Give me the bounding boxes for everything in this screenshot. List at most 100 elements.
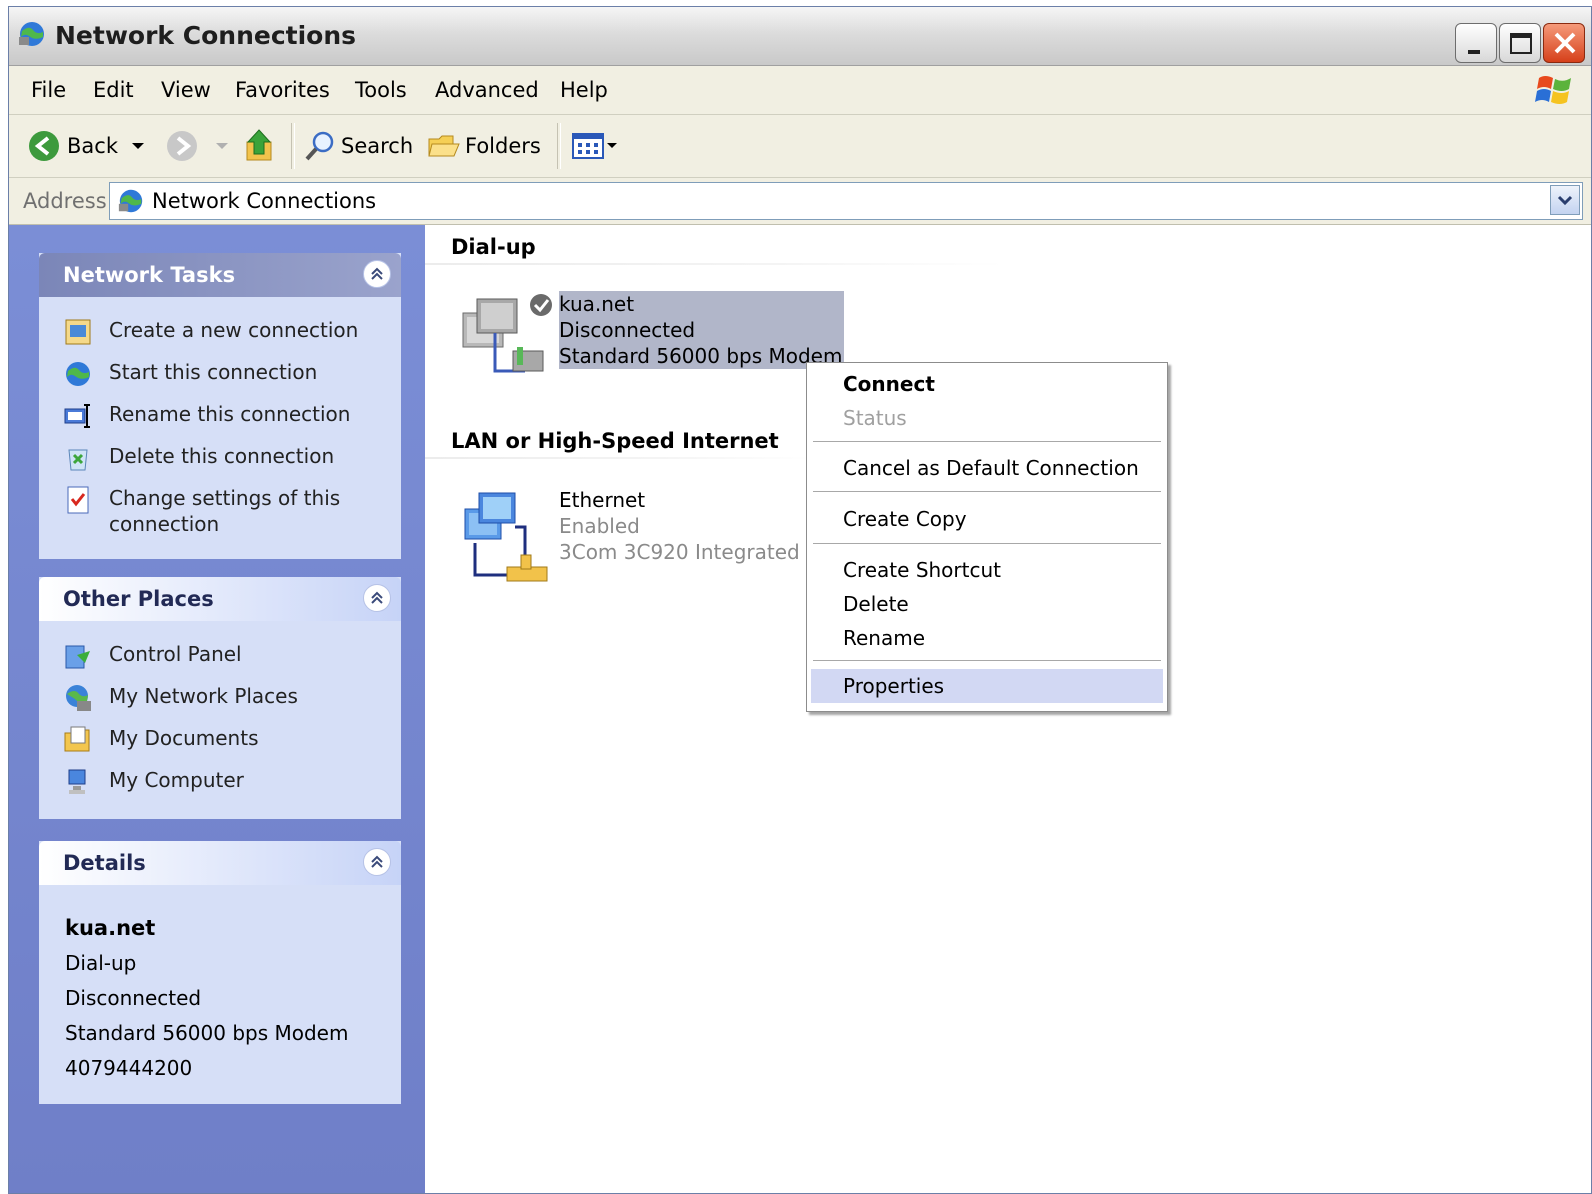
connection-status: Enabled [559,514,640,538]
menu-view[interactable]: View [161,78,211,102]
collapse-button[interactable] [363,848,391,876]
address-bar: Address Network Connections [9,178,1591,225]
rename-icon [64,404,90,428]
menu-help[interactable]: Help [560,78,608,102]
connection-device: Standard 56000 bps Modem [559,344,843,368]
folder-icon [428,135,460,157]
toolbar-separator [291,123,295,169]
back-dropdown[interactable] [131,127,145,165]
forward-button[interactable] [165,127,199,165]
toolbar: Back Search Folders [9,115,1591,178]
menu-bar: File Edit View Favorites Tools Advanced … [9,66,1591,115]
minimize-icon [1468,50,1480,54]
chevron-double-up-icon [371,591,383,604]
task-change-settings[interactable]: Change settings of this connection [39,479,401,543]
close-icon [1554,32,1576,54]
folders-button[interactable]: Folders [427,127,541,165]
menu-favorites[interactable]: Favorites [235,78,330,102]
views-button[interactable] [571,127,617,165]
details-panel: Details kua.net Dial-up Disconnected Sta… [39,841,401,1104]
other-places-header[interactable]: Other Places [39,577,401,621]
menu-advanced[interactable]: Advanced [435,78,539,102]
views-grid-icon [572,133,617,159]
menu-rename[interactable]: Rename [811,623,1163,653]
place-my-computer[interactable]: My Computer [39,761,401,803]
title-bar[interactable]: Network Connections [9,7,1591,66]
menu-separator [813,491,1161,494]
window-title: Network Connections [55,21,357,50]
task-start-connection[interactable]: Start this connection [39,353,401,395]
menu-file[interactable]: File [31,78,66,102]
task-label: Change settings of this connection [109,486,341,536]
network-globe-icon [19,22,44,46]
network-tasks-panel: Network Tasks Create a new connection St… [39,253,401,559]
other-places-panel: Other Places Control Panel My Network Pl… [39,577,401,819]
task-label: Rename this connection [109,402,351,426]
chevron-down-icon [1557,195,1573,206]
chevron-double-up-icon [371,267,383,280]
connection-kua-net[interactable]: kua.net Disconnected Standard 56000 bps … [455,291,845,391]
forward-arrow-icon [167,131,197,161]
connection-ethernet-label[interactable]: Ethernet Enabled 3Com 3C920 Integrated F [559,487,818,565]
menu-status[interactable]: Status [811,403,1163,433]
details-phone: 4079444200 [65,1056,193,1080]
maximize-button[interactable] [1499,23,1541,63]
task-rename-connection[interactable]: Rename this connection [39,395,401,437]
context-menu: Connect Status Cancel as Default Connect… [806,362,1168,712]
task-delete-connection[interactable]: Delete this connection [39,437,401,479]
place-label: My Documents [109,726,259,750]
address-input[interactable]: Network Connections [109,182,1583,220]
details-status: Disconnected [65,986,202,1010]
network-tasks-title: Network Tasks [63,263,236,287]
windows-logo-icon [1535,76,1571,104]
details-content: kua.net Dial-up Disconnected Standard 56… [39,885,401,1104]
group-dialup-header: Dial-up [451,235,536,259]
menu-separator [813,543,1161,546]
menu-connect[interactable]: Connect [811,369,1163,399]
connection-ethernet[interactable]: Ethernet Enabled 3Com 3C920 Integrated F [455,487,818,591]
place-control-panel[interactable]: Control Panel [39,635,401,677]
task-label: Delete this connection [109,444,335,468]
network-globe-icon [118,189,143,213]
menu-create-copy[interactable]: Create Copy [811,504,1163,534]
menu-create-shortcut[interactable]: Create Shortcut [811,555,1163,585]
close-button[interactable] [1543,23,1585,63]
network-tasks-header[interactable]: Network Tasks [39,253,401,297]
task-create-connection[interactable]: Create a new connection [39,311,401,353]
forward-dropdown[interactable] [215,127,229,165]
recycle-bin-icon [68,449,88,471]
details-title: Details [63,851,146,875]
details-name: kua.net [65,916,156,940]
place-my-documents[interactable]: My Documents [39,719,401,761]
minimize-button[interactable] [1455,23,1497,63]
place-label: My Computer [109,768,244,792]
address-label: Address [23,189,107,213]
dialup-connection-icon [462,294,552,373]
menu-delete[interactable]: Delete [811,589,1163,619]
menu-separator [813,660,1161,663]
menu-tools[interactable]: Tools [355,78,407,102]
search-button[interactable]: Search [303,127,413,165]
up-folder-button[interactable] [243,127,277,165]
task-label: Create a new connection [109,318,359,342]
group-divider [425,457,815,459]
up-folder-icon [246,129,272,161]
documents-folder-icon [64,726,90,752]
settings-checklist-icon [67,486,89,514]
connection-name: kua.net [559,292,635,316]
computer-icon [68,769,86,794]
chevron-double-up-icon [371,855,383,868]
menu-cancel-default[interactable]: Cancel as Default Connection [811,453,1163,483]
menu-edit[interactable]: Edit [93,78,134,102]
details-header[interactable]: Details [39,841,401,885]
menu-properties[interactable]: Properties [811,669,1163,703]
back-arrow-icon [29,131,59,161]
other-places-list: Control Panel My Network Places My Docum… [39,621,401,819]
connection-kua-net-label[interactable]: kua.net Disconnected Standard 56000 bps … [559,291,845,369]
back-button[interactable]: Back [27,127,118,165]
network-globe-icon [66,362,90,386]
address-dropdown-button[interactable] [1550,185,1580,215]
place-my-network-places[interactable]: My Network Places [39,677,401,719]
collapse-button[interactable] [363,584,391,612]
collapse-button[interactable] [363,260,391,288]
